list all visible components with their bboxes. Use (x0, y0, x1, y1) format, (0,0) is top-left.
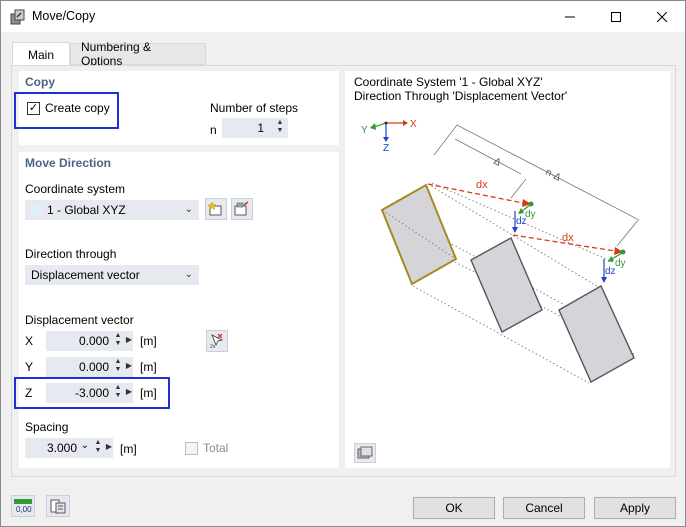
dx-label-2: dx (562, 232, 574, 244)
minimize-icon (565, 16, 575, 17)
cancel-button[interactable]: Cancel (503, 497, 585, 519)
displacement-vector-label: Displacement vector (25, 313, 134, 327)
displacement-y-more-icon[interactable]: ▶ (126, 361, 132, 370)
svg-text:0,00: 0,00 (16, 505, 32, 514)
dy-label-2: dy (615, 258, 626, 269)
number-of-steps-value: 1 (257, 121, 264, 135)
coordinate-system-select[interactable]: 1 - Global XYZ ⌄ (25, 200, 199, 220)
coordinate-system-swatch (31, 205, 41, 215)
preview-panel: Coordinate System '1 - Global XYZ' Direc… (345, 71, 670, 468)
maximize-button[interactable] (593, 1, 639, 32)
move-direction-diagram: X Y Z Δ n·Δ dx dy dz dx dy dz (361, 119, 640, 384)
direction-through-value: Displacement vector (31, 268, 140, 282)
cancel-button-label: Cancel (525, 501, 563, 515)
move-copy-app-icon (10, 9, 25, 25)
spacing-value: 3.000 (46, 441, 77, 455)
number-of-steps-input[interactable]: 1 ▲ ▼ (222, 118, 288, 138)
move-direction-title: Move Direction (25, 156, 112, 170)
svg-text:2x: 2x (210, 344, 216, 349)
tab-main[interactable]: Main (12, 42, 70, 66)
edit-coordinate-system-button[interactable] (231, 198, 253, 220)
close-icon (657, 11, 667, 22)
new-coordinate-system-button[interactable] (205, 198, 227, 220)
copy-group-title: Copy (25, 75, 55, 89)
displacement-y-value: 0.000 (78, 360, 109, 374)
y-unit: [m] (140, 360, 157, 374)
direction-through-select[interactable]: Displacement vector ⌄ (25, 265, 199, 285)
steps-spinner-icon[interactable]: ▲ ▼ (275, 119, 285, 135)
spacing-input[interactable]: 3.000 ⌄ ▲ ▼ ▶ (25, 438, 113, 458)
displacement-x-input[interactable]: 0.000 ▲ ▼ ▶ (46, 331, 133, 351)
tab-numbering-options[interactable]: Numbering & Options (70, 40, 206, 68)
title-bar: Move/Copy (1, 1, 685, 32)
spacing-chevron-down-icon[interactable]: ⌄ (81, 440, 89, 451)
preview-options-icon (357, 446, 373, 459)
tab-main-label: Main (27, 47, 54, 62)
spacing-more-icon[interactable]: ▶ (106, 442, 112, 451)
apply-button-label: Apply (619, 501, 651, 515)
ok-button[interactable]: OK (413, 497, 495, 519)
minimize-button[interactable] (547, 1, 593, 32)
units-decimal-icon: 0,00 (14, 499, 32, 514)
table-view-button[interactable] (46, 495, 70, 517)
axis-triad-icon: X Y Z (361, 119, 417, 154)
dimension-lines (433, 124, 640, 247)
total-checkbox-row[interactable]: Total (185, 441, 228, 455)
move-direction-group: Move Direction Coordinate system 1 - Glo… (19, 152, 339, 468)
axis-z-label: Z (383, 143, 389, 154)
x-label: X (25, 334, 34, 348)
preview-options-button[interactable] (354, 443, 376, 463)
z-row-highlight (14, 377, 170, 409)
pick-vector-icon: 2x (210, 333, 224, 349)
y-label: Y (25, 360, 34, 374)
displacement-x-more-icon[interactable]: ▶ (126, 335, 132, 344)
ok-button-label: OK (445, 501, 463, 515)
edit-coordinate-system-icon (234, 201, 249, 216)
axis-x-label: X (410, 119, 417, 130)
delta-label: Δ (492, 156, 503, 169)
copy-member-1 (470, 237, 543, 333)
copy-member-2 (558, 285, 635, 383)
total-checkbox[interactable] (185, 441, 198, 455)
coordinate-system-label: Coordinate system (25, 182, 126, 196)
spacing-label: Spacing (25, 420, 69, 434)
dz-label-2: dz (605, 266, 616, 277)
spacing-unit: [m] (120, 442, 137, 456)
direction-through-label: Direction through (25, 247, 117, 261)
chevron-down-icon: ⌄ (184, 269, 193, 280)
new-coordinate-system-icon (208, 201, 222, 216)
spacing-spinner-icon[interactable]: ▲ ▼ (93, 439, 103, 455)
displacement-x-spinner-icon[interactable]: ▲ ▼ (113, 332, 123, 348)
create-copy-highlight (14, 92, 119, 129)
window-title: Move/Copy (32, 9, 96, 23)
displacement-x-value: 0.000 (78, 334, 109, 348)
dx-label-1: dx (476, 179, 488, 191)
dz-label-1: dz (516, 216, 527, 227)
coordinate-system-value: 1 - Global XYZ (47, 203, 126, 217)
maximize-icon (611, 11, 621, 22)
move-copy-dialog: Move/Copy Main Numbering & Options Copy … (0, 0, 686, 527)
n-delta-label: n·Δ (544, 167, 563, 184)
n-label: n (210, 123, 217, 137)
dy-label-1: dy (525, 209, 536, 220)
displacement-y-spinner-icon[interactable]: ▲ ▼ (113, 358, 123, 374)
total-label: Total (203, 441, 229, 455)
pick-vector-button[interactable]: 2x (206, 330, 228, 352)
chevron-down-icon: ⌄ (184, 204, 193, 215)
table-view-icon (50, 499, 66, 514)
tab-numbering-options-label: Numbering & Options (81, 40, 152, 68)
units-button[interactable]: 0,00 (11, 495, 35, 517)
displacement-y-input[interactable]: 0.000 ▲ ▼ ▶ (46, 357, 133, 377)
axis-y-label: Y (361, 125, 368, 136)
x-unit: [m] (140, 334, 157, 348)
apply-button[interactable]: Apply (594, 497, 676, 519)
close-button[interactable] (639, 1, 685, 32)
number-of-steps-label: Number of steps (210, 101, 299, 115)
